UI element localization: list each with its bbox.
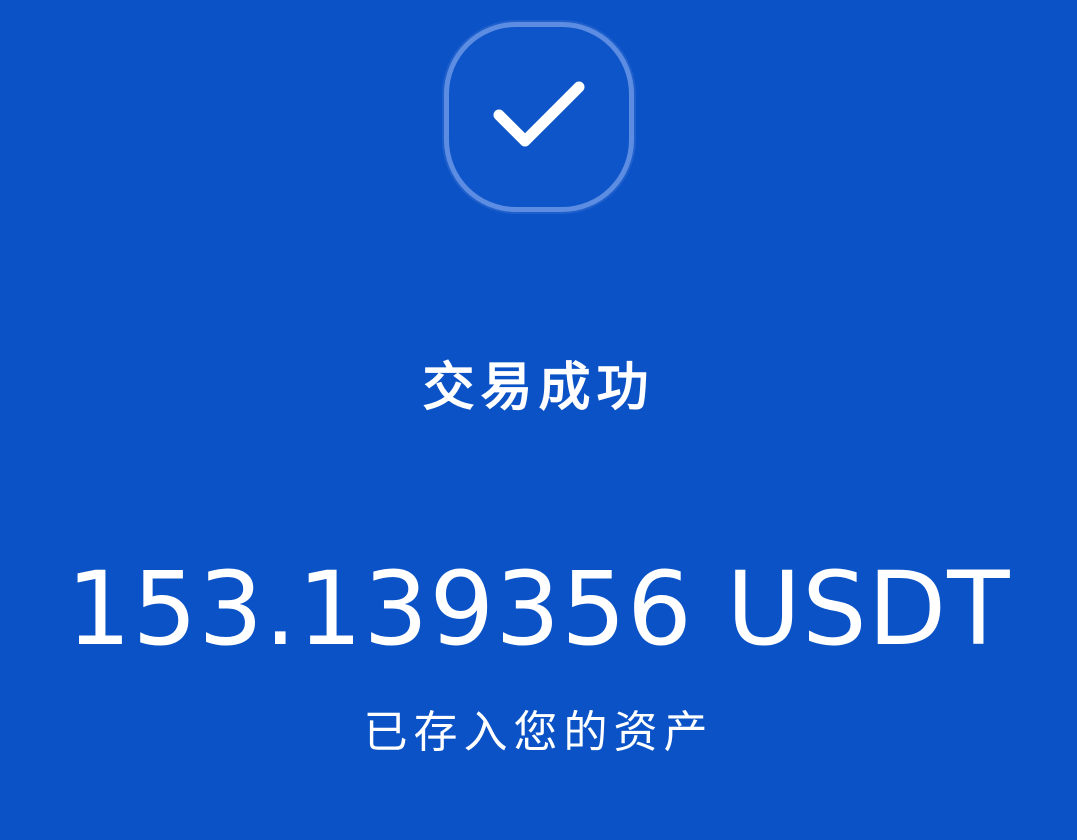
- deposit-note: 已存入您的资产: [363, 707, 714, 758]
- success-badge: [444, 22, 634, 212]
- transaction-amount: 153.139356 USDT: [66, 550, 1011, 669]
- transaction-success-screen: 交易成功 153.139356 USDT 已存入您的资产: [0, 0, 1077, 840]
- status-title: 交易成功: [422, 358, 655, 418]
- checkmark-icon: [493, 81, 585, 147]
